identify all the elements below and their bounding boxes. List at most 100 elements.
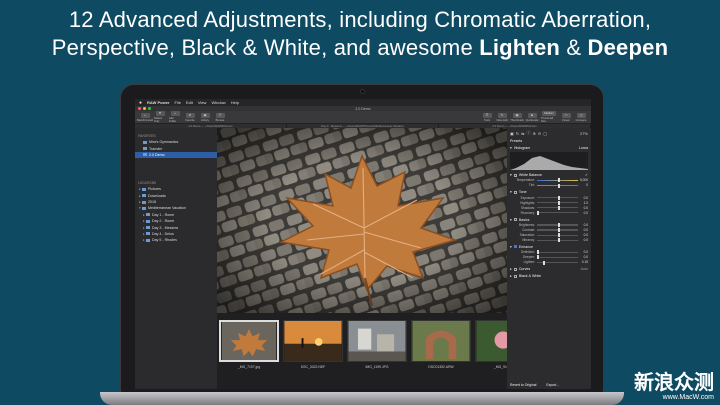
menu-app-name[interactable]: RAW Power [147, 100, 169, 105]
slider-track[interactable] [537, 228, 578, 233]
quickscale-button[interactable]: ■ Quickscale [525, 112, 539, 122]
zoom-out-icon[interactable]: ⊖ [538, 131, 541, 136]
add-folder-button[interactable]: + Add Folder [169, 111, 181, 123]
curves-checkbox[interactable] [513, 267, 517, 271]
slider-knob[interactable] [557, 200, 560, 205]
basics-header[interactable]: ▾ Basics [510, 218, 588, 222]
sidebar-item-day-5[interactable]: ▸ Day 5 - Rhodes [135, 237, 217, 243]
enhance-checkbox[interactable] [513, 245, 517, 249]
reflect-only-button[interactable]: ▼ Reflect Only [154, 111, 166, 123]
slider-track[interactable] [537, 210, 578, 215]
window-controls [138, 107, 151, 110]
crop-icon[interactable]: ▣ [510, 131, 514, 136]
menu-edit[interactable]: Edit [186, 100, 193, 105]
slider-track[interactable] [537, 195, 578, 200]
close-button[interactable] [138, 107, 141, 110]
slider-knob[interactable] [557, 195, 560, 200]
slider-knob[interactable] [557, 228, 560, 233]
slider-knob[interactable] [557, 178, 560, 183]
tools-button[interactable]: ☰ Tools [481, 112, 493, 122]
revert-to-original-button[interactable]: Revert to Original [510, 383, 536, 387]
enhance-header[interactable]: ▾ Enhance [510, 245, 588, 249]
definition-slider[interactable]: Definition: 0.0 [510, 250, 588, 255]
slider-track[interactable] [537, 238, 578, 243]
basics-checkbox[interactable] [513, 218, 517, 222]
menu-help[interactable]: Help [231, 100, 239, 105]
menu-window[interactable]: Window [211, 100, 225, 105]
menu-file[interactable]: File [174, 100, 180, 105]
slider-track[interactable] [537, 255, 578, 260]
zoom-in-icon[interactable]: ⊕ [533, 131, 536, 136]
library-button[interactable]: ▣ Library [199, 112, 211, 122]
thumbnail-size-select[interactable]: Medium Thumbnail Size [541, 111, 557, 123]
slider-knob[interactable] [557, 233, 560, 238]
filmstrip-thumb[interactable]: DSC01352.ARW [411, 320, 471, 389]
slider-track[interactable] [537, 233, 578, 238]
slider-track[interactable] [537, 200, 578, 205]
slider-knob[interactable] [557, 223, 560, 228]
slider-knob[interactable] [537, 210, 539, 215]
saturation-slider[interactable]: Saturation: 0.0 [510, 233, 588, 238]
slider-knob[interactable] [537, 250, 539, 255]
tone-checkbox[interactable] [513, 190, 517, 194]
slider-track[interactable] [537, 260, 578, 265]
black-white-checkbox[interactable] [513, 274, 517, 278]
apple-menu-icon[interactable]: ● [139, 100, 142, 106]
curves-auto-button[interactable]: Auto [581, 267, 588, 271]
rotate-icon[interactable]: ↻ [516, 131, 519, 136]
slider-knob[interactable] [543, 260, 546, 265]
menu-view[interactable]: View [198, 100, 207, 105]
inline-edit-button[interactable]: ✎ Inline Edit [496, 112, 508, 122]
slider-track[interactable] [537, 205, 578, 210]
tone-header[interactable]: ▾ Tone [510, 190, 588, 194]
white-balance-checkbox[interactable] [513, 173, 517, 177]
black-white-header[interactable]: ▸ Black & White [510, 274, 588, 278]
toolbar-label: Quickscale [525, 118, 539, 122]
histogram-graphic [510, 156, 588, 170]
slider-track[interactable] [537, 250, 578, 255]
slider-knob[interactable] [557, 183, 560, 188]
slider-knob[interactable] [557, 238, 560, 243]
viewer-button[interactable]: ▭ Viewer [560, 112, 572, 122]
fit-icon[interactable]: ▢ [543, 131, 547, 136]
highlights-slider[interactable]: Highlights: 1.0 [510, 201, 588, 205]
eyedropper-icon[interactable]: ✓ [585, 173, 588, 177]
white-balance-header[interactable]: ▾ White Balance ✓ [510, 173, 588, 177]
browse-button[interactable]: ☷ Browse [214, 112, 226, 122]
temperature-slider[interactable]: Temperature: 5,000 [510, 178, 588, 183]
slider-track[interactable] [537, 223, 578, 228]
brightness-slider[interactable]: Brightness: 0.0 [510, 223, 588, 228]
recovery-slider[interactable]: Recovery: 0.0 [510, 211, 588, 215]
vibrancy-slider[interactable]: Vibrancy: 0.0 [510, 238, 588, 243]
histogram-header[interactable]: ▾ Histogram Luma [510, 146, 588, 150]
deepen-slider[interactable]: Deepen: 0.0 [510, 255, 588, 260]
exposure-slider[interactable]: Exposure: 0.0 [510, 196, 588, 200]
favorite-button[interactable]: ★ Favorite [184, 112, 196, 122]
slider-knob[interactable] [537, 255, 539, 260]
export-button[interactable]: Export... [546, 383, 559, 387]
curves-header[interactable]: ▸ Curves Auto [510, 267, 588, 271]
histogram-mode[interactable]: Luma [579, 146, 588, 150]
slider-track[interactable] [537, 178, 578, 183]
thumbnails-button[interactable]: ▦ Thumbnails [510, 112, 524, 122]
sidebar-item-label: Downloads [148, 193, 166, 198]
filmstrip-thumb[interactable]: _MG_7197.jpg [219, 320, 279, 389]
contrast-slider[interactable]: Contrast: 0.0 [510, 228, 588, 233]
presets-header[interactable]: Presets [510, 139, 588, 143]
compare-button[interactable]: ◫ Compare [575, 112, 587, 122]
lighten-slider[interactable]: Lighten: 0.15 [510, 260, 588, 265]
shadows-slider[interactable]: Shadows: 0.0 [510, 206, 588, 210]
filmstrip-thumb[interactable]: DSC_3322.NEF [283, 320, 343, 389]
tint-slider[interactable]: Tint: 0 [510, 183, 588, 188]
zoom-button[interactable] [148, 107, 151, 110]
main-photo-viewer[interactable] [217, 128, 507, 313]
slider-track[interactable] [537, 183, 578, 188]
back-forward-button[interactable]: ‹› Back/Forward [137, 112, 153, 122]
minimize-button[interactable] [143, 107, 146, 110]
slider-label: Recovery: [520, 210, 535, 215]
filmstrip-thumb[interactable]: IMG_1199.JPG [347, 320, 407, 389]
info-icon[interactable]: ⓘ [527, 130, 531, 136]
slider-knob[interactable] [557, 205, 560, 210]
thumb-caption: DSC01352.ARW [428, 365, 454, 369]
flip-icon[interactable]: ⇆ [521, 131, 524, 136]
